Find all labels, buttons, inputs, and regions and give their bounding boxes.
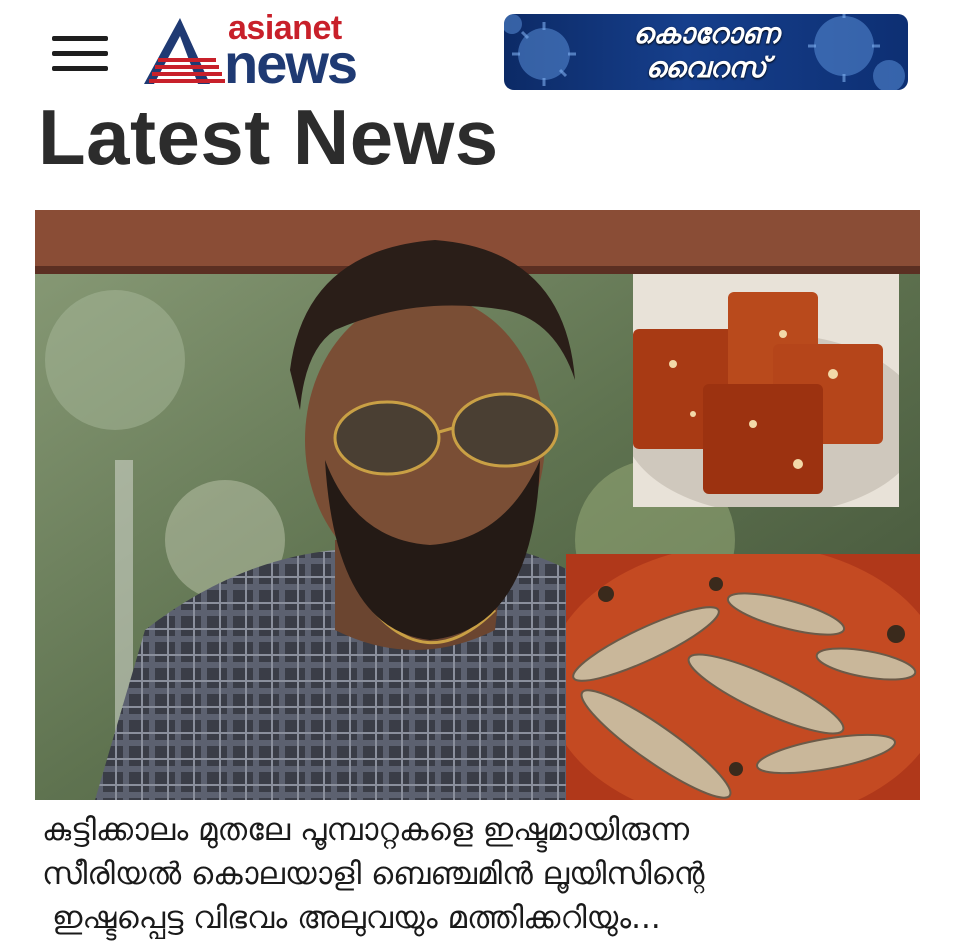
headline-line: ഇഷ്ടപ്പെട്ട വിഭവം അലുവയും മത്തിക്കറിയും.… [52,900,661,936]
asianet-news-logo[interactable]: asianet news [140,9,390,95]
banner-text-line1: കൊറോണ [633,17,779,50]
halwa-image [633,274,899,507]
headline-line: കുട്ടിക്കാലം മുതലേ പൂമ്പാറ്റകളെ ഇഷ്ടമായി… [42,812,690,848]
banner-text-line2: വൈറസ് [645,51,767,84]
hamburger-menu-icon[interactable] [50,34,110,76]
asianet-a-logo-icon [144,18,225,84]
headline-line: സീരിയൽ കൊലയാളി ബെഞ്ചമിൻ ലൂയിസിന്റെ [42,856,705,892]
article-headline[interactable]: കുട്ടിക്കാലം മുതലേ പൂമ്പാറ്റകളെ ഇഷ്ടമായി… [42,808,922,940]
logo-big-text: news [224,32,358,95]
menu-bar [52,66,108,71]
section-title: Latest News [38,93,499,181]
halwa-photo [633,274,899,507]
corona-virus-banner[interactable]: കൊറോണ വൈറസ് [504,14,908,90]
app-header: asianet news കൊറോണ വൈറസ് [0,0,958,96]
fish-curry-photo [566,554,920,800]
menu-bar [52,51,108,56]
menu-bar [52,36,108,41]
fish-curry-image [566,554,920,800]
article-hero-image[interactable] [35,210,920,800]
